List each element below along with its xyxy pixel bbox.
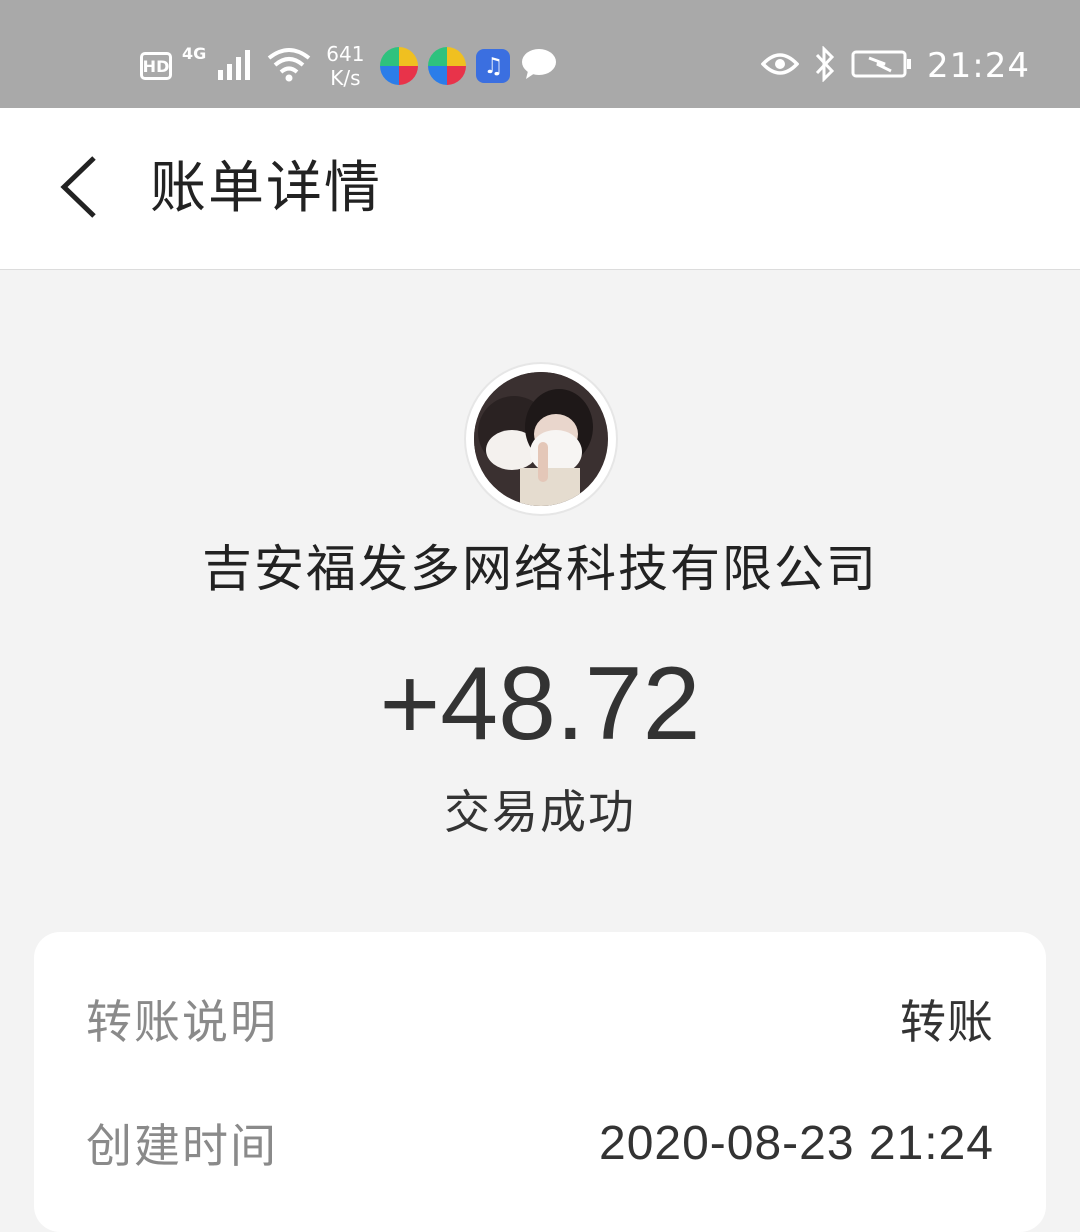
transaction-amount: +48.72 xyxy=(379,646,701,762)
signal-icon xyxy=(216,46,256,86)
detail-row-transfer-note: 转账说明 转账 xyxy=(86,984,994,1054)
detail-row-created-time: 创建时间 2020-08-23 21:24 xyxy=(86,1108,994,1178)
music-app-icon: ♫ xyxy=(476,49,511,83)
page-title: 账单详情 xyxy=(150,156,382,221)
avatar xyxy=(466,364,616,514)
network-speed: 641 K/s xyxy=(326,42,364,90)
eye-icon xyxy=(760,50,800,82)
hd-badge: HD xyxy=(140,52,172,80)
status-time: 21:24 xyxy=(927,46,1030,86)
transaction-status: 交易成功 xyxy=(444,785,636,839)
detail-value: 2020-08-23 21:24 xyxy=(599,1116,994,1170)
detail-label: 创建时间 xyxy=(86,1119,278,1173)
app-icon-1 xyxy=(380,47,419,85)
app-header: 账单详情 xyxy=(0,108,1080,270)
details-card: 转账说明 转账 创建时间 2020-08-23 21:24 xyxy=(34,932,1046,1232)
merchant-name: 吉安福发多网络科技有限公司 xyxy=(202,540,878,598)
chevron-left-icon xyxy=(58,156,98,222)
status-bar-right: 21:24 xyxy=(760,40,1030,92)
app-icon-2 xyxy=(428,47,467,85)
network-type: 4G xyxy=(182,44,207,63)
status-bar: HD 4G 641 K/s ♫ 21:24 xyxy=(0,0,1080,108)
back-button[interactable] xyxy=(48,156,108,222)
bluetooth-icon xyxy=(813,45,837,86)
avatar-photo xyxy=(474,372,608,506)
speed-value: 641 xyxy=(326,42,365,66)
detail-label: 转账说明 xyxy=(86,995,278,1049)
status-bar-left: HD 4G 641 K/s ♫ xyxy=(140,38,558,94)
battery-icon xyxy=(851,49,913,83)
detail-value: 转账 xyxy=(900,995,994,1049)
speed-unit: K/s xyxy=(330,66,361,90)
message-icon xyxy=(520,47,558,85)
wifi-icon xyxy=(266,46,312,86)
